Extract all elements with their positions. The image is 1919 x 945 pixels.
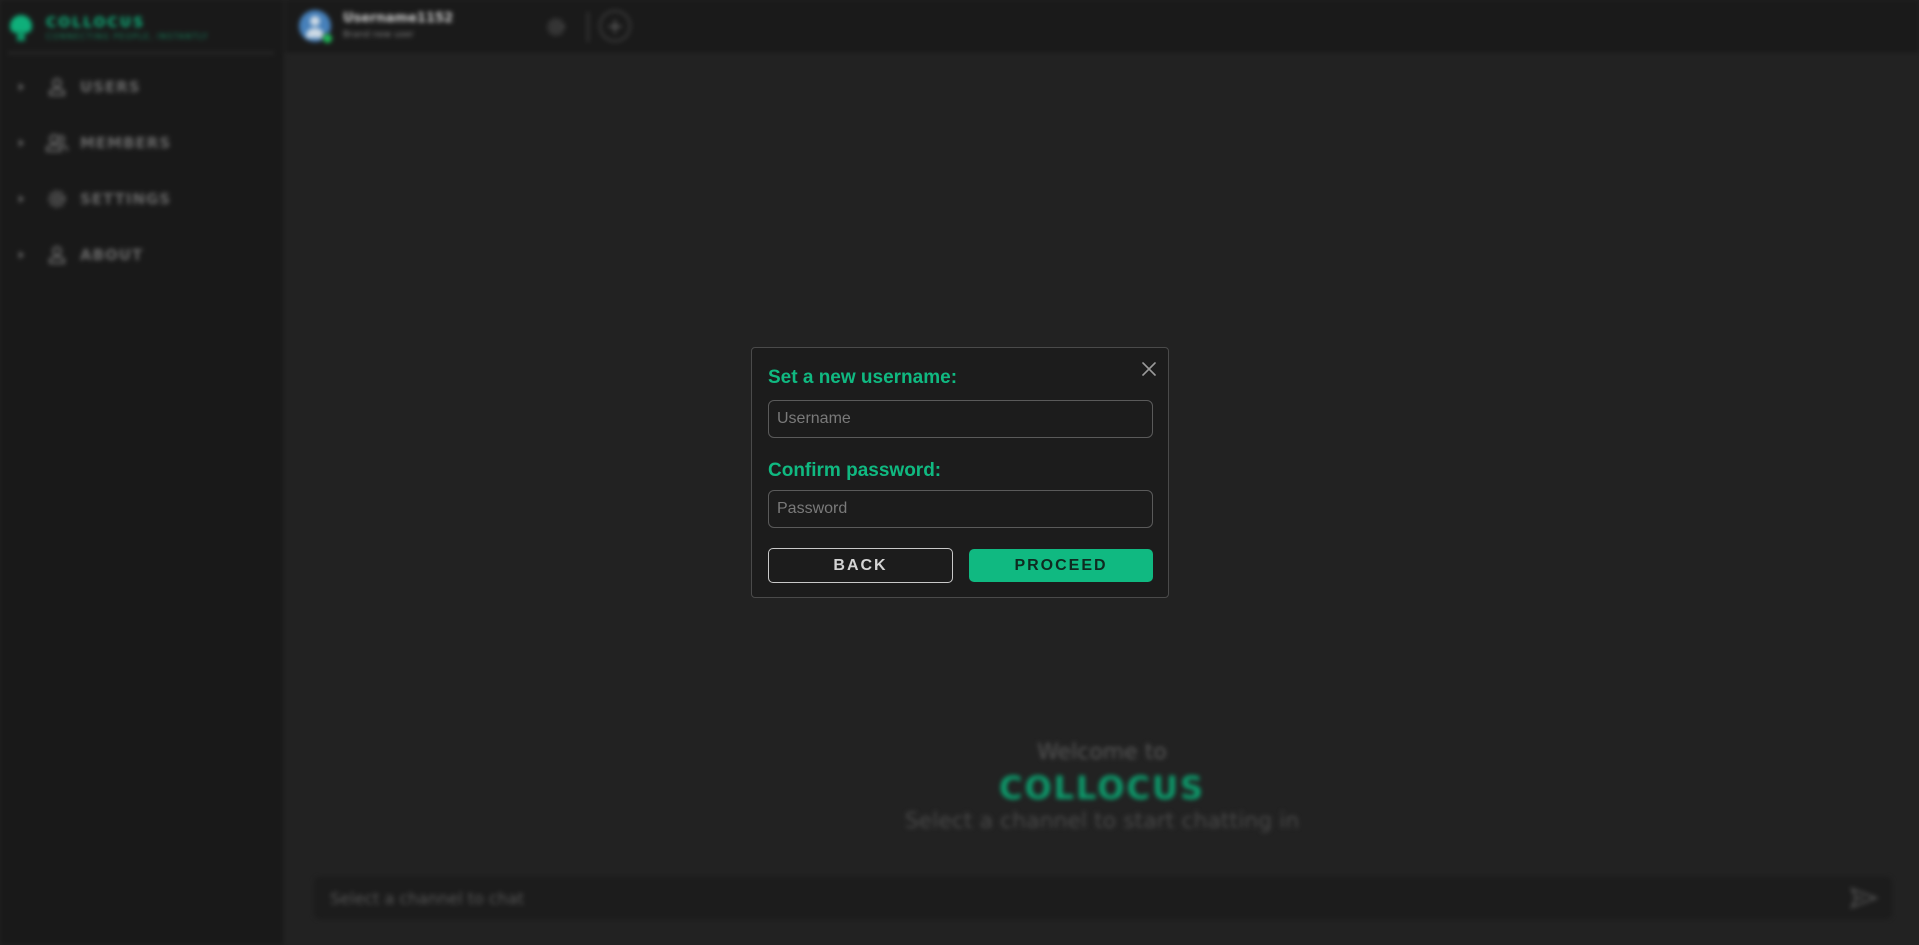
password-input[interactable] (768, 490, 1153, 528)
change-username-dialog: Set a new username: Confirm password: BA… (751, 347, 1169, 598)
close-icon[interactable] (1140, 360, 1158, 378)
back-button[interactable]: BACK (768, 548, 953, 583)
app-root: COLLOCUS CONNECTING PEOPLE, INSTANTLY US… (0, 0, 1919, 945)
password-label: Confirm password: (768, 460, 942, 481)
username-label: Set a new username: (768, 367, 958, 388)
username-input[interactable] (768, 400, 1153, 438)
proceed-button[interactable]: PROCEED (969, 549, 1153, 582)
